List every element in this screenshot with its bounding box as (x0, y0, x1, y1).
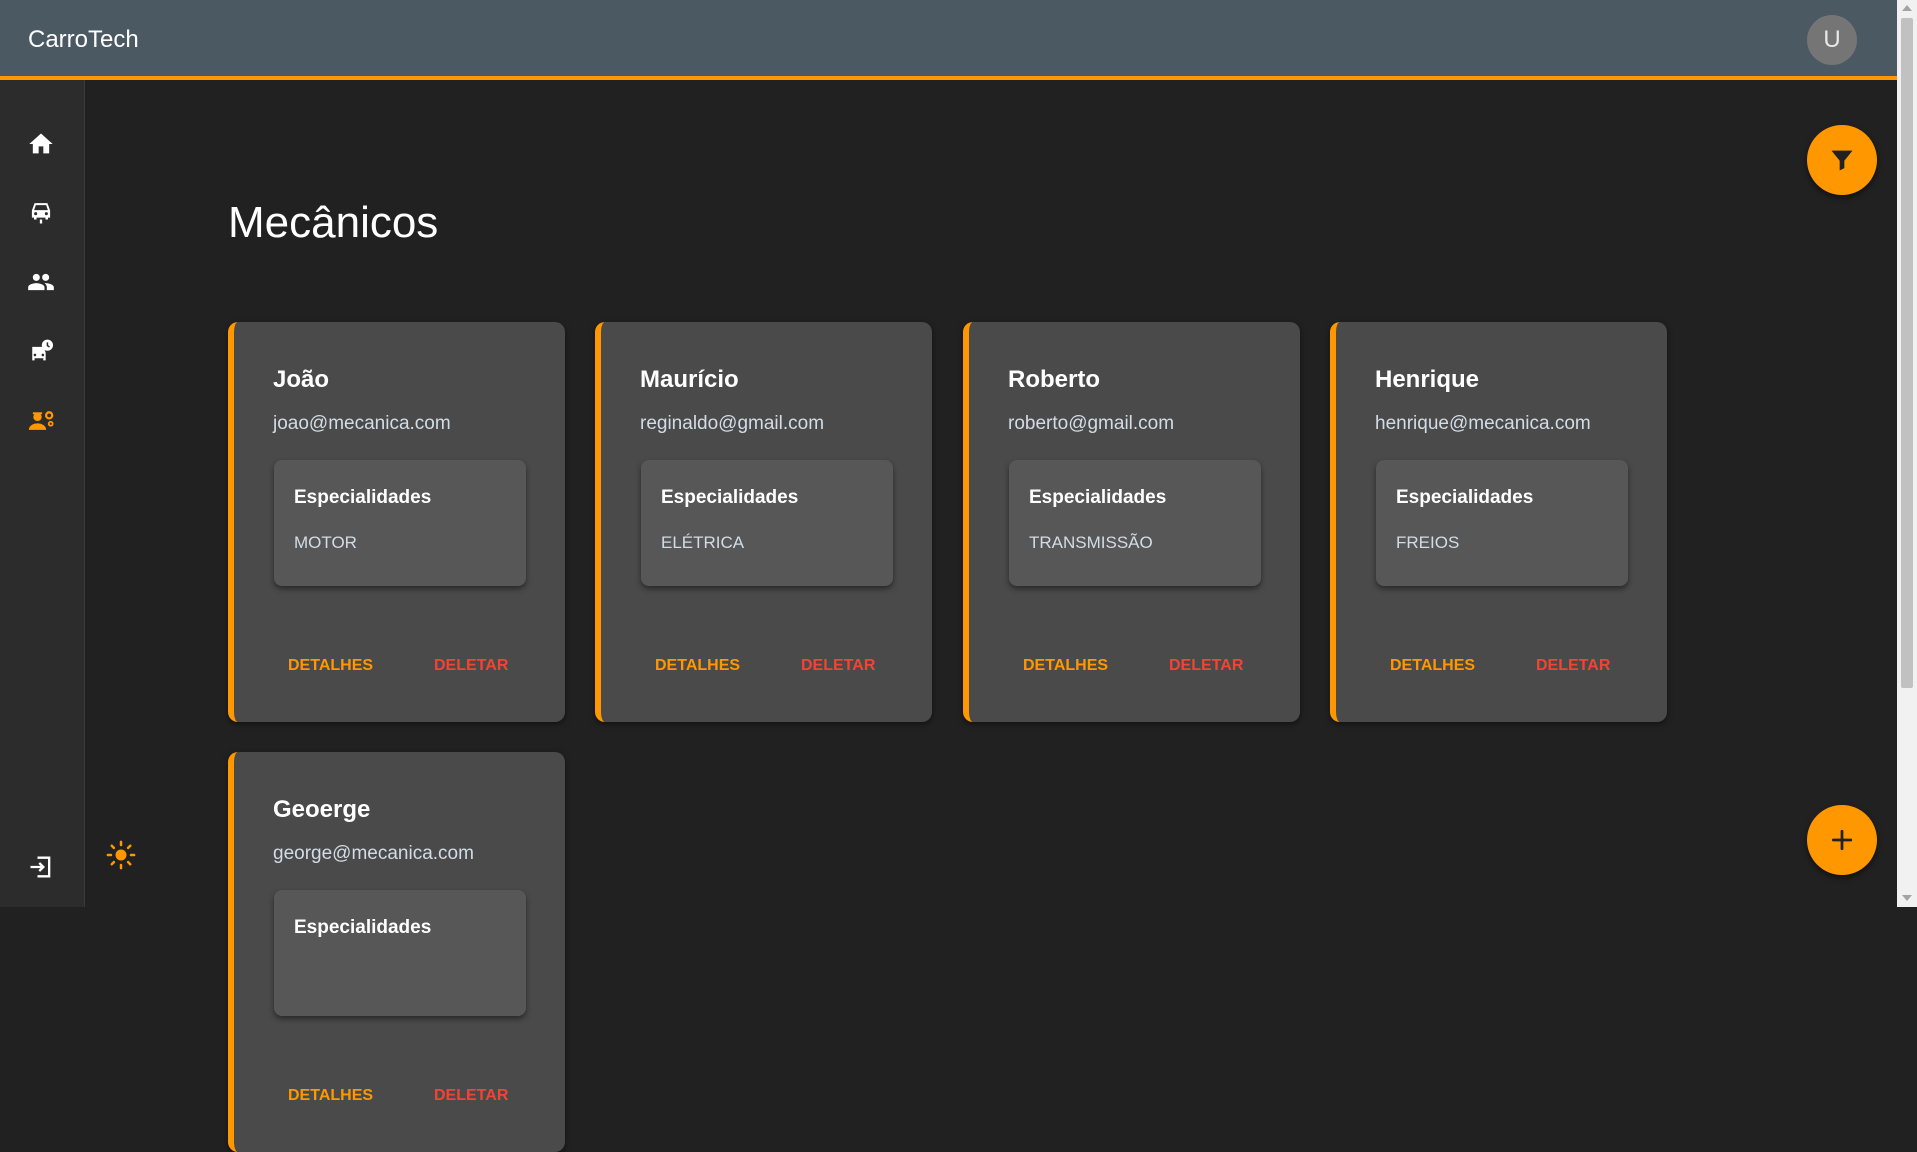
specialties-title: Especialidades (661, 487, 799, 508)
specialties-box: Especialidades FREIOS (1376, 460, 1628, 586)
mechanic-email: george@mecanica.com (273, 843, 474, 864)
sidebar (0, 80, 85, 907)
sidebar-item-cars[interactable] (22, 194, 60, 232)
mechanic-name: Henrique (1375, 366, 1480, 393)
app-bar: CarroTech U (0, 0, 1897, 80)
specialty-item: ELÉTRICA (661, 533, 745, 552)
details-button[interactable]: DETALHES (288, 1087, 373, 1105)
scrollbar-thumb[interactable] (1901, 18, 1913, 688)
delete-button[interactable]: DELETAR (1169, 657, 1243, 675)
logout-icon (30, 856, 51, 878)
specialty-item: MOTOR (294, 533, 357, 552)
mechanic-card: João joao@mecanica.com Especialidades MO… (228, 322, 565, 722)
specialties-title: Especialidades (294, 917, 432, 938)
filter-button[interactable] (1807, 125, 1877, 195)
mechanic-name: João (273, 366, 330, 393)
people-icon (28, 273, 54, 291)
scroll-down-arrow-icon[interactable] (1902, 895, 1912, 901)
delete-button[interactable]: DELETAR (434, 1087, 508, 1105)
sidebar-item-home[interactable] (22, 125, 60, 163)
user-avatar[interactable]: U (1807, 15, 1857, 65)
filter-icon (1831, 150, 1853, 171)
specialty-item: FREIOS (1396, 533, 1460, 552)
mechanic-card: Maurício reginaldo@gmail.com Especialida… (595, 322, 932, 722)
mechanic-email: reginaldo@gmail.com (640, 413, 825, 434)
mechanic-name: Maurício (640, 366, 739, 393)
delete-button[interactable]: DELETAR (801, 657, 875, 675)
mechanic-card: Roberto roberto@gmail.com Especialidades… (963, 322, 1300, 722)
sun-icon (106, 840, 136, 870)
details-button[interactable]: DETALHES (288, 657, 373, 675)
specialties-title: Especialidades (1396, 487, 1534, 508)
mechanic-name: Geoerge (273, 796, 371, 823)
delete-button[interactable]: DELETAR (434, 657, 508, 675)
logout-button[interactable] (22, 848, 60, 886)
specialties-title: Especialidades (294, 487, 432, 508)
scroll-up-arrow-icon[interactable] (1902, 5, 1912, 11)
specialties-box: Especialidades (274, 890, 526, 1016)
specialty-item: TRANSMISSÃO (1029, 533, 1153, 552)
add-mechanic-button[interactable] (1807, 805, 1877, 875)
car-icon (31, 203, 51, 224)
sidebar-item-car-service[interactable] (22, 332, 60, 370)
app-title: CarroTech (28, 26, 139, 53)
details-button[interactable]: DETALHES (655, 657, 740, 675)
mechanic-email: roberto@gmail.com (1008, 413, 1175, 434)
delete-button[interactable]: DELETAR (1536, 657, 1610, 675)
car-clock-icon (32, 339, 54, 361)
details-button[interactable]: DETALHES (1390, 657, 1475, 675)
mechanic-gear-icon (28, 411, 54, 430)
page-title: Mecânicos (228, 198, 439, 247)
mechanic-card: Henrique henrique@mecanica.com Especiali… (1330, 322, 1667, 722)
details-button[interactable]: DETALHES (1023, 657, 1108, 675)
theme-toggle-button[interactable] (104, 838, 138, 872)
sidebar-item-clients[interactable] (22, 263, 60, 301)
plus-icon (1831, 829, 1853, 851)
mechanic-name: Roberto (1008, 366, 1100, 393)
specialties-box: Especialidades MOTOR (274, 460, 526, 586)
sidebar-item-mechanics[interactable] (22, 401, 60, 439)
home-icon (29, 133, 53, 154)
mechanic-email: henrique@mecanica.com (1375, 413, 1591, 434)
specialties-box: Especialidades ELÉTRICA (641, 460, 893, 586)
specialties-title: Especialidades (1029, 487, 1167, 508)
specialties-box: Especialidades TRANSMISSÃO (1009, 460, 1261, 586)
mechanic-card: Geoerge george@mecanica.com Especialidad… (228, 752, 565, 1152)
page-scrollbar[interactable] (1897, 0, 1917, 907)
mechanic-email: joao@mecanica.com (273, 413, 451, 434)
